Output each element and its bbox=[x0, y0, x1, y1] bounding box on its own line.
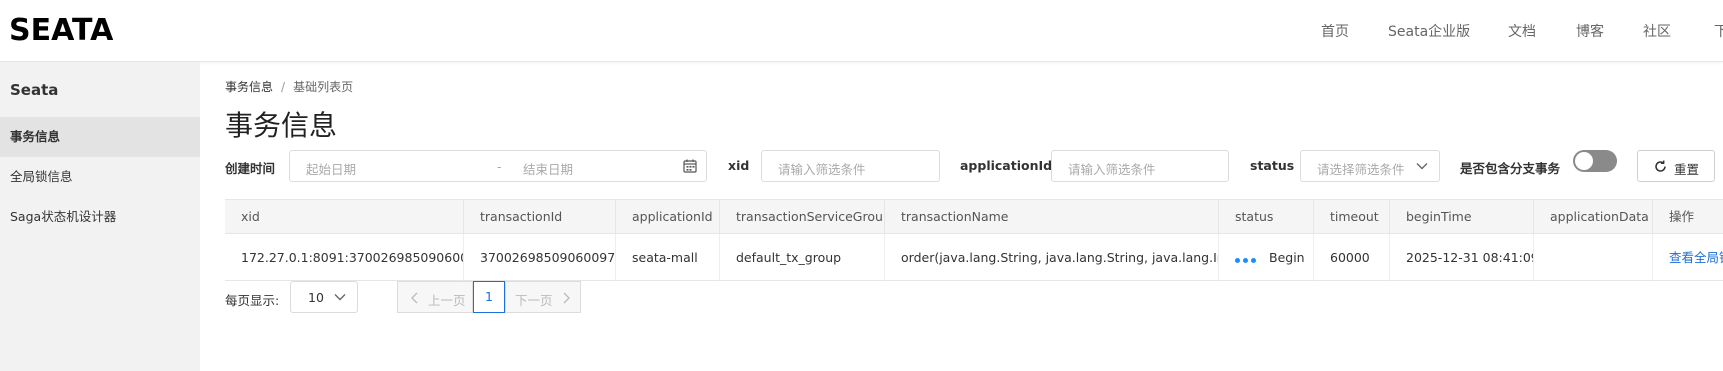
table-header: xid transactionId applicationId transact… bbox=[225, 200, 1723, 234]
xid-input-placeholder: 请输入筛选条件 bbox=[778, 162, 866, 177]
seata-logo[interactable]: SEATA bbox=[9, 16, 113, 46]
calendar-icon[interactable] bbox=[683, 159, 697, 173]
column-header-transaction-name: transactionName bbox=[885, 200, 1219, 234]
status-text: Begin bbox=[1269, 250, 1305, 265]
cell-transaction-id: 370026985090600977 bbox=[464, 234, 616, 281]
created-time-label: 创建时间 bbox=[225, 161, 276, 176]
page-size-select[interactable]: 10 bbox=[290, 281, 358, 313]
column-header-transaction-service-group: transactionServiceGroup bbox=[720, 200, 885, 234]
logo-text: SEATA bbox=[9, 13, 114, 48]
column-header-xid: xid bbox=[225, 200, 464, 234]
nav-item-enterprise[interactable]: Seata企业版 bbox=[1388, 21, 1470, 41]
nav-item-home[interactable]: 首页 bbox=[1321, 21, 1349, 41]
start-date-input[interactable]: 起始日期 bbox=[306, 159, 356, 178]
cell-application-id: seata-mall bbox=[616, 234, 720, 281]
refresh-icon bbox=[1655, 160, 1666, 172]
breadcrumb: 事务信息 / 基础列表页 bbox=[225, 78, 353, 95]
cell-application-data bbox=[1534, 234, 1653, 281]
cell-actions: 查看全局锁 bbox=[1653, 234, 1723, 281]
toggle-knob bbox=[1575, 152, 1593, 170]
cell-begin-time: 2025-12-31 08:41:09 bbox=[1390, 234, 1534, 281]
sidebar-item-global-locks[interactable]: 全局锁信息 bbox=[0, 157, 200, 197]
chevron-down-icon bbox=[334, 294, 346, 301]
application-id-input[interactable]: 请输入筛选条件 bbox=[1051, 150, 1229, 182]
next-page-label: 下一页 bbox=[515, 293, 553, 308]
cell-status: Begin bbox=[1219, 234, 1314, 281]
top-bar: SEATA 首页 Seata企业版 文档 博客 社区 下 bbox=[0, 0, 1723, 62]
cell-xid: 172.27.0.1:8091:370026985090600977 bbox=[225, 234, 464, 281]
prev-page-button[interactable]: 上一页 bbox=[397, 281, 473, 313]
page-size-value: 10 bbox=[308, 290, 324, 305]
cell-transaction-name: order(java.lang.String, java.lang.String… bbox=[885, 234, 1219, 281]
include-branch-label: 是否包含分支事务 bbox=[1460, 161, 1561, 176]
xid-label: xid bbox=[728, 158, 750, 173]
breadcrumb-separator: / bbox=[281, 80, 286, 94]
application-id-label: applicationId bbox=[960, 158, 1053, 173]
table-row: 172.27.0.1:8091:370026985090600977 37002… bbox=[225, 234, 1723, 281]
cell-timeout: 60000 bbox=[1314, 234, 1390, 281]
column-header-begin-time: beginTime bbox=[1390, 200, 1534, 234]
application-id-input-placeholder: 请输入筛选条件 bbox=[1068, 162, 1156, 177]
include-branch-toggle[interactable] bbox=[1573, 150, 1617, 172]
column-header-status: status bbox=[1219, 200, 1314, 234]
column-header-application-data: applicationData bbox=[1534, 200, 1653, 234]
date-range-picker[interactable]: 起始日期 - 结束日期 bbox=[289, 150, 707, 182]
date-range-separator: - bbox=[497, 159, 502, 174]
reset-button-label: 重置 bbox=[1674, 162, 1700, 177]
sidebar: Seata 事务信息 全局锁信息 Saga状态机设计器 bbox=[0, 62, 200, 371]
sidebar-item-transactions[interactable]: 事务信息 bbox=[0, 117, 200, 157]
cell-transaction-service-group: default_tx_group bbox=[720, 234, 885, 281]
breadcrumb-current: 基础列表页 bbox=[293, 80, 354, 94]
status-label: status bbox=[1250, 158, 1295, 173]
status-select-placeholder: 请选择筛选条件 bbox=[1317, 162, 1405, 177]
chevron-down-icon bbox=[1416, 163, 1428, 170]
column-header-application-id: applicationId bbox=[616, 200, 720, 234]
breadcrumb-parent[interactable]: 事务信息 bbox=[225, 80, 273, 94]
prev-page-label: 上一页 bbox=[428, 293, 466, 308]
view-global-lock-link[interactable]: 查看全局锁 bbox=[1669, 250, 1723, 265]
nav-item-blog[interactable]: 博客 bbox=[1576, 21, 1604, 41]
reset-button[interactable]: 重置 bbox=[1637, 150, 1715, 182]
page-title: 事务信息 bbox=[225, 109, 338, 142]
column-header-actions: 操作 bbox=[1669, 209, 1695, 224]
chevron-right-icon bbox=[563, 292, 570, 304]
page-size-label: 每页显示: bbox=[225, 293, 280, 308]
sidebar-title: Seata bbox=[10, 81, 59, 99]
chevron-left-icon bbox=[411, 292, 418, 304]
transactions-table: xid transactionId applicationId transact… bbox=[225, 199, 1723, 281]
status-select[interactable]: 请选择筛选条件 bbox=[1300, 150, 1440, 182]
next-page-button[interactable]: 下一页 bbox=[505, 281, 581, 313]
sidebar-item-saga-designer[interactable]: Saga状态机设计器 bbox=[0, 197, 200, 237]
page-number-current[interactable]: 1 bbox=[473, 281, 505, 313]
column-header-timeout: timeout bbox=[1314, 200, 1390, 234]
end-date-input[interactable]: 结束日期 bbox=[523, 159, 573, 178]
nav-item-docs[interactable]: 文档 bbox=[1508, 21, 1536, 41]
column-header-transaction-id: transactionId bbox=[464, 200, 616, 234]
nav-item-download[interactable]: 下 bbox=[1714, 21, 1723, 41]
nav-item-community[interactable]: 社区 bbox=[1643, 21, 1671, 41]
status-dots-icon bbox=[1235, 235, 1259, 281]
xid-input[interactable]: 请输入筛选条件 bbox=[761, 150, 940, 182]
